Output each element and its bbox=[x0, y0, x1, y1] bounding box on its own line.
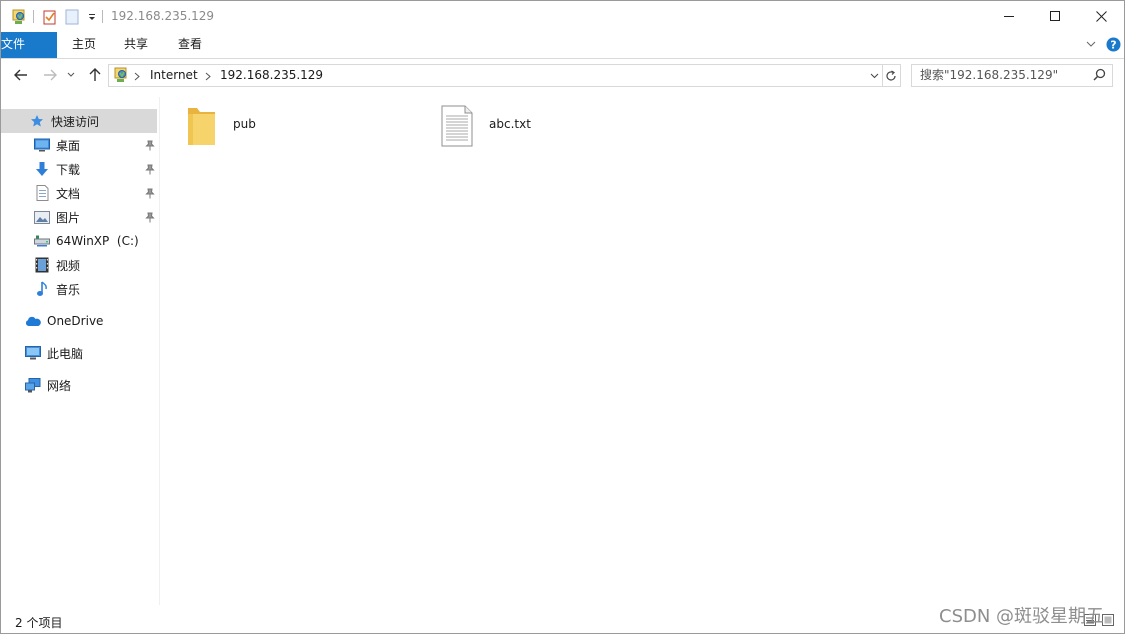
documents-icon bbox=[34, 185, 50, 201]
sidebar-item-downloads[interactable]: 下载 bbox=[34, 157, 80, 181]
file-list: pub abc.txt bbox=[160, 97, 1124, 605]
breadcrumb-separator-icon[interactable] bbox=[134, 70, 140, 84]
maximize-icon bbox=[1050, 11, 1060, 21]
up-arrow-icon bbox=[89, 68, 101, 81]
star-icon bbox=[29, 113, 45, 129]
file-item-folder[interactable]: pub bbox=[187, 105, 256, 147]
onedrive-icon bbox=[25, 313, 41, 329]
close-icon bbox=[1095, 10, 1107, 22]
sidebar-item-onedrive[interactable]: OneDrive bbox=[25, 309, 103, 333]
sidebar-item-network-drive[interactable]: 64WinXP (C:) bbox=[34, 229, 139, 253]
back-button[interactable] bbox=[11, 66, 31, 84]
sidebar-item-desktop[interactable]: 桌面 bbox=[34, 133, 80, 157]
file-name: pub bbox=[233, 117, 256, 131]
file-name: abc.txt bbox=[489, 117, 531, 131]
breadcrumb-current[interactable]: 192.168.235.129 bbox=[220, 68, 323, 82]
sidebar-item-quick-access[interactable]: 快速访问 bbox=[1, 109, 157, 133]
network-drive-icon bbox=[34, 233, 50, 249]
refresh-icon bbox=[886, 69, 896, 81]
svg-text:?: ? bbox=[1110, 39, 1116, 52]
network-icon bbox=[25, 377, 41, 393]
sidebar-item-label: 视频 bbox=[56, 258, 81, 273]
ribbon-tabs: 文件 主页 共享 查看 ? bbox=[1, 32, 1124, 59]
forward-button[interactable] bbox=[40, 66, 60, 84]
toolbar-separator bbox=[102, 10, 103, 23]
folder-icon bbox=[188, 108, 215, 145]
text-file-icon bbox=[441, 105, 473, 147]
breadcrumb-internet[interactable]: Internet bbox=[150, 68, 198, 82]
back-arrow-icon bbox=[14, 69, 27, 81]
sidebar-item-label: 图片 bbox=[56, 210, 81, 225]
new-folder-icon[interactable] bbox=[65, 8, 79, 26]
sidebar-item-label: 网络 bbox=[47, 378, 72, 393]
navigation-pane: 快速访问 桌面 下载 文档 图片 64WinXP (C:) 视频 音乐 OneD… bbox=[1, 97, 160, 605]
explorer-window: 192.168.235.129 文件 主页 共享 查看 ? Internet 1… bbox=[0, 0, 1125, 634]
sidebar-item-documents[interactable]: 文档 bbox=[34, 181, 80, 205]
up-button[interactable] bbox=[85, 66, 105, 84]
refresh-button[interactable] bbox=[882, 64, 901, 87]
sidebar-item-network[interactable]: 网络 bbox=[25, 373, 71, 397]
help-icon[interactable]: ? bbox=[1106, 37, 1121, 55]
chevron-down-icon bbox=[67, 72, 75, 77]
chevron-down-icon bbox=[870, 73, 878, 78]
sidebar-item-label: 64WinXP (C:) bbox=[56, 234, 139, 248]
title-bar: 192.168.235.129 bbox=[1, 1, 1124, 32]
maximize-button[interactable] bbox=[1032, 1, 1078, 31]
pin-icon[interactable] bbox=[144, 187, 156, 199]
network-location-icon bbox=[113, 67, 129, 86]
item-count: 2 个项目 bbox=[15, 616, 63, 630]
search-input[interactable] bbox=[920, 67, 1088, 83]
tab-home[interactable]: 主页 bbox=[61, 32, 107, 58]
sidebar-item-label: 此电脑 bbox=[47, 346, 84, 361]
breadcrumb-separator-icon[interactable] bbox=[205, 70, 211, 84]
sidebar-item-label: OneDrive bbox=[47, 314, 104, 328]
watermark: CSDN @斑驳星期五 bbox=[939, 606, 1105, 627]
tab-view[interactable]: 查看 bbox=[167, 32, 213, 58]
chevron-down-icon[interactable] bbox=[1085, 38, 1097, 53]
videos-icon bbox=[34, 257, 50, 273]
music-icon bbox=[34, 281, 50, 297]
address-history-button[interactable] bbox=[867, 65, 881, 86]
tab-share[interactable]: 共享 bbox=[113, 32, 159, 58]
properties-icon[interactable] bbox=[42, 8, 58, 26]
recent-locations-button[interactable] bbox=[64, 66, 78, 84]
sidebar-item-videos[interactable]: 视频 bbox=[34, 253, 80, 277]
address-bar[interactable]: Internet 192.168.235.129 bbox=[108, 64, 883, 87]
sidebar-item-music[interactable]: 音乐 bbox=[34, 277, 80, 301]
minimize-icon bbox=[1004, 16, 1014, 17]
pin-icon[interactable] bbox=[144, 211, 156, 223]
tab-file[interactable]: 文件 bbox=[1, 32, 57, 58]
download-icon bbox=[34, 161, 50, 177]
desktop-icon bbox=[34, 137, 50, 153]
file-item-text[interactable]: abc.txt bbox=[441, 105, 531, 147]
network-location-icon bbox=[11, 8, 27, 26]
sidebar-item-label: 文档 bbox=[56, 186, 81, 201]
pin-icon[interactable] bbox=[144, 139, 156, 151]
pin-icon[interactable] bbox=[144, 163, 156, 175]
sidebar-item-label: 桌面 bbox=[56, 138, 81, 153]
close-button[interactable] bbox=[1078, 1, 1124, 31]
search-box[interactable] bbox=[911, 64, 1113, 87]
sidebar-item-label: 快速访问 bbox=[51, 114, 100, 129]
toolbar-separator bbox=[33, 10, 34, 23]
sidebar-item-this-pc[interactable]: 此电脑 bbox=[25, 341, 83, 365]
sidebar-item-pictures[interactable]: 图片 bbox=[34, 205, 80, 229]
search-icon[interactable] bbox=[1093, 68, 1106, 84]
pictures-icon bbox=[34, 209, 50, 225]
sidebar-item-label: 音乐 bbox=[56, 282, 81, 297]
window-title: 192.168.235.129 bbox=[111, 9, 215, 23]
computer-icon bbox=[25, 345, 41, 361]
forward-arrow-icon bbox=[44, 69, 57, 81]
customize-dropdown-icon[interactable] bbox=[87, 8, 97, 26]
sidebar-item-label: 下载 bbox=[56, 162, 81, 177]
minimize-button[interactable] bbox=[986, 1, 1032, 31]
